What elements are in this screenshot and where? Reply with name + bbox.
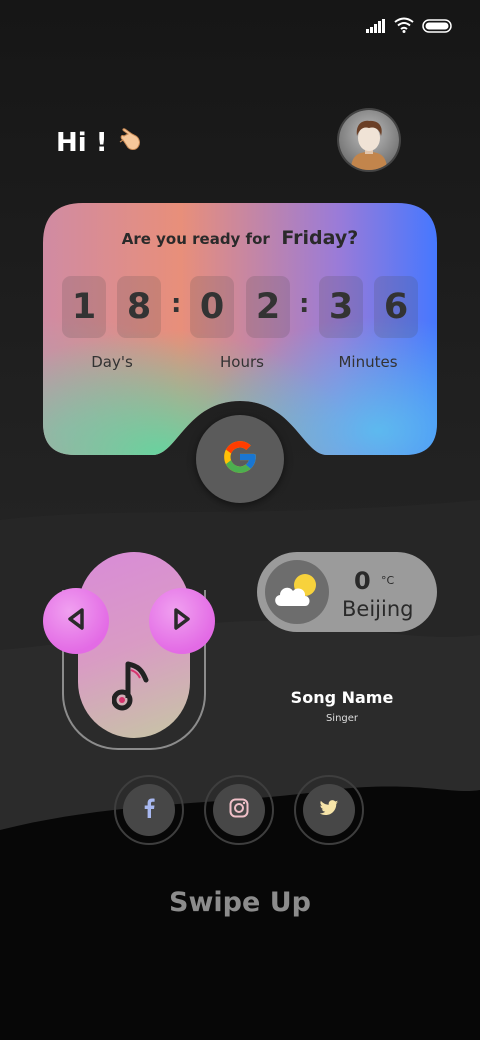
status-bar [366, 16, 452, 38]
wifi-icon [394, 17, 414, 37]
previous-button[interactable] [43, 588, 109, 654]
greeting: Hi ! [56, 126, 142, 159]
avatar[interactable] [339, 110, 399, 170]
minutes-label: Minutes [338, 353, 398, 371]
hour-digit-1: 0 [190, 276, 234, 338]
minute-digit-2: 6 [374, 276, 418, 338]
google-icon [221, 438, 259, 480]
twitter-icon [319, 799, 339, 821]
day-digit-1: 1 [62, 276, 106, 338]
chevron-left-icon [65, 607, 87, 635]
minute-digit-1: 3 [319, 276, 363, 338]
google-button[interactable] [196, 415, 284, 503]
countdown-prefix: Are you ready for [121, 230, 270, 248]
instagram-button[interactable] [204, 775, 274, 845]
separator: : [299, 289, 310, 319]
day-digit-2: 8 [117, 276, 161, 338]
facebook-icon [142, 798, 156, 822]
chevron-right-icon [171, 607, 193, 635]
partly-cloudy-icon [265, 560, 329, 624]
facebook-button[interactable] [114, 775, 184, 845]
call-me-hand-icon [118, 126, 142, 159]
swipe-up-label[interactable]: Swipe Up [0, 887, 480, 918]
separator: : [171, 289, 182, 319]
singer-name: Singer [325, 713, 359, 724]
temperature-unit: °C [381, 574, 395, 587]
weather-widget[interactable]: 0 °C Beijing [257, 552, 437, 632]
hours-label: Hours [220, 353, 264, 371]
song-name: Song Name [290, 688, 394, 707]
hour-digit-2: 2 [246, 276, 290, 338]
signal-icon [366, 18, 386, 37]
countdown-day: Friday? [281, 227, 359, 249]
greeting-text: Hi ! [56, 127, 108, 158]
countdown-title: Are you ready for Friday? [43, 227, 437, 249]
city-name: Beijing [342, 597, 414, 621]
days-label: Day's [91, 353, 133, 371]
instagram-icon [229, 798, 249, 822]
twitter-button[interactable] [294, 775, 364, 845]
temperature: 0 [354, 567, 371, 595]
battery-icon [422, 18, 452, 37]
next-button[interactable] [149, 588, 215, 654]
music-note-icon [111, 658, 158, 718]
